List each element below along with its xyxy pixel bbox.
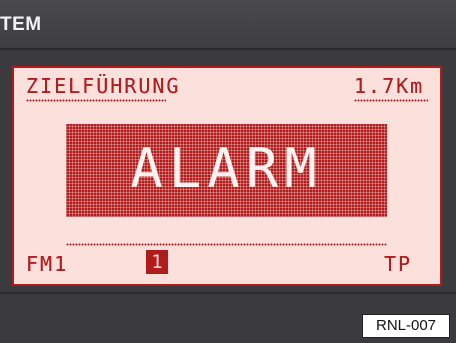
bezel-divider-top bbox=[0, 48, 456, 50]
band-label: FM1 bbox=[26, 252, 69, 276]
alarm-text: ALARM bbox=[130, 137, 323, 200]
bezel-divider-bottom bbox=[0, 292, 456, 294]
device-top-bar: TEM bbox=[0, 0, 456, 48]
preset-indicator: 1 bbox=[146, 250, 168, 274]
distance-underline bbox=[354, 99, 428, 102]
preset-number: 1 bbox=[151, 251, 163, 273]
distance-readout: 1.7Km bbox=[354, 74, 425, 98]
figure-code-badge: RNL-007 bbox=[362, 314, 450, 338]
lcd-display: ZIELFÜHRUNG 1.7Km ALARM FM1 1 TP bbox=[12, 66, 442, 286]
navigation-title: ZIELFÜHRUNG bbox=[26, 74, 181, 98]
title-underline bbox=[26, 99, 166, 102]
alarm-banner: ALARM bbox=[66, 124, 387, 217]
traffic-program-indicator: TP bbox=[384, 252, 413, 276]
brand-label: TEM bbox=[0, 14, 42, 35]
status-divider bbox=[66, 243, 387, 246]
